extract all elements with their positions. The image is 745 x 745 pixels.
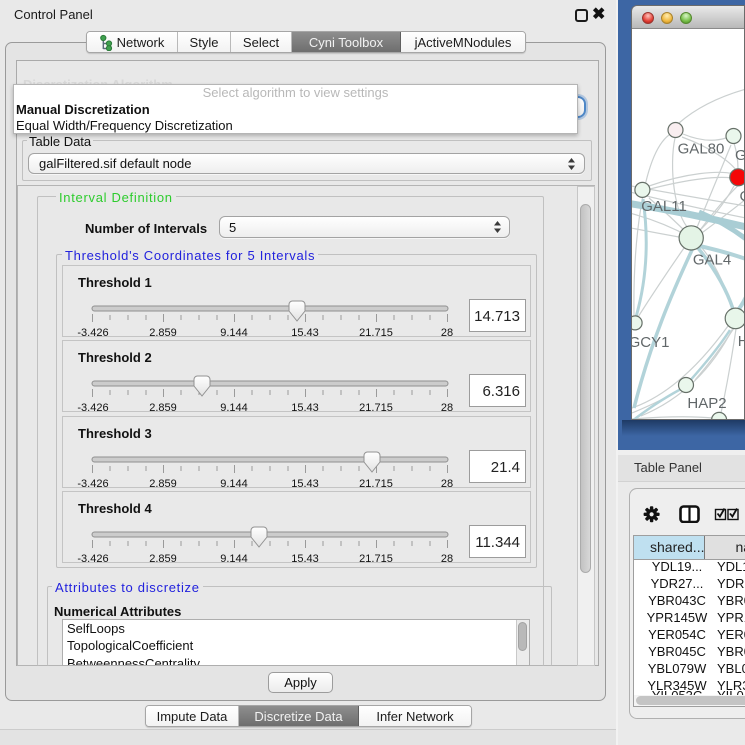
svg-text:H: H	[738, 333, 745, 350]
svg-text:GAL4: GAL4	[693, 252, 731, 269]
svg-text:GAL80: GAL80	[678, 141, 725, 158]
svg-text:HAP2: HAP2	[687, 395, 726, 412]
svg-text:GAL11: GAL11	[641, 198, 687, 215]
svg-text:C: C	[740, 188, 745, 205]
svg-text:GCY1: GCY1	[632, 334, 669, 351]
svg-text:GA: GA	[735, 147, 745, 164]
